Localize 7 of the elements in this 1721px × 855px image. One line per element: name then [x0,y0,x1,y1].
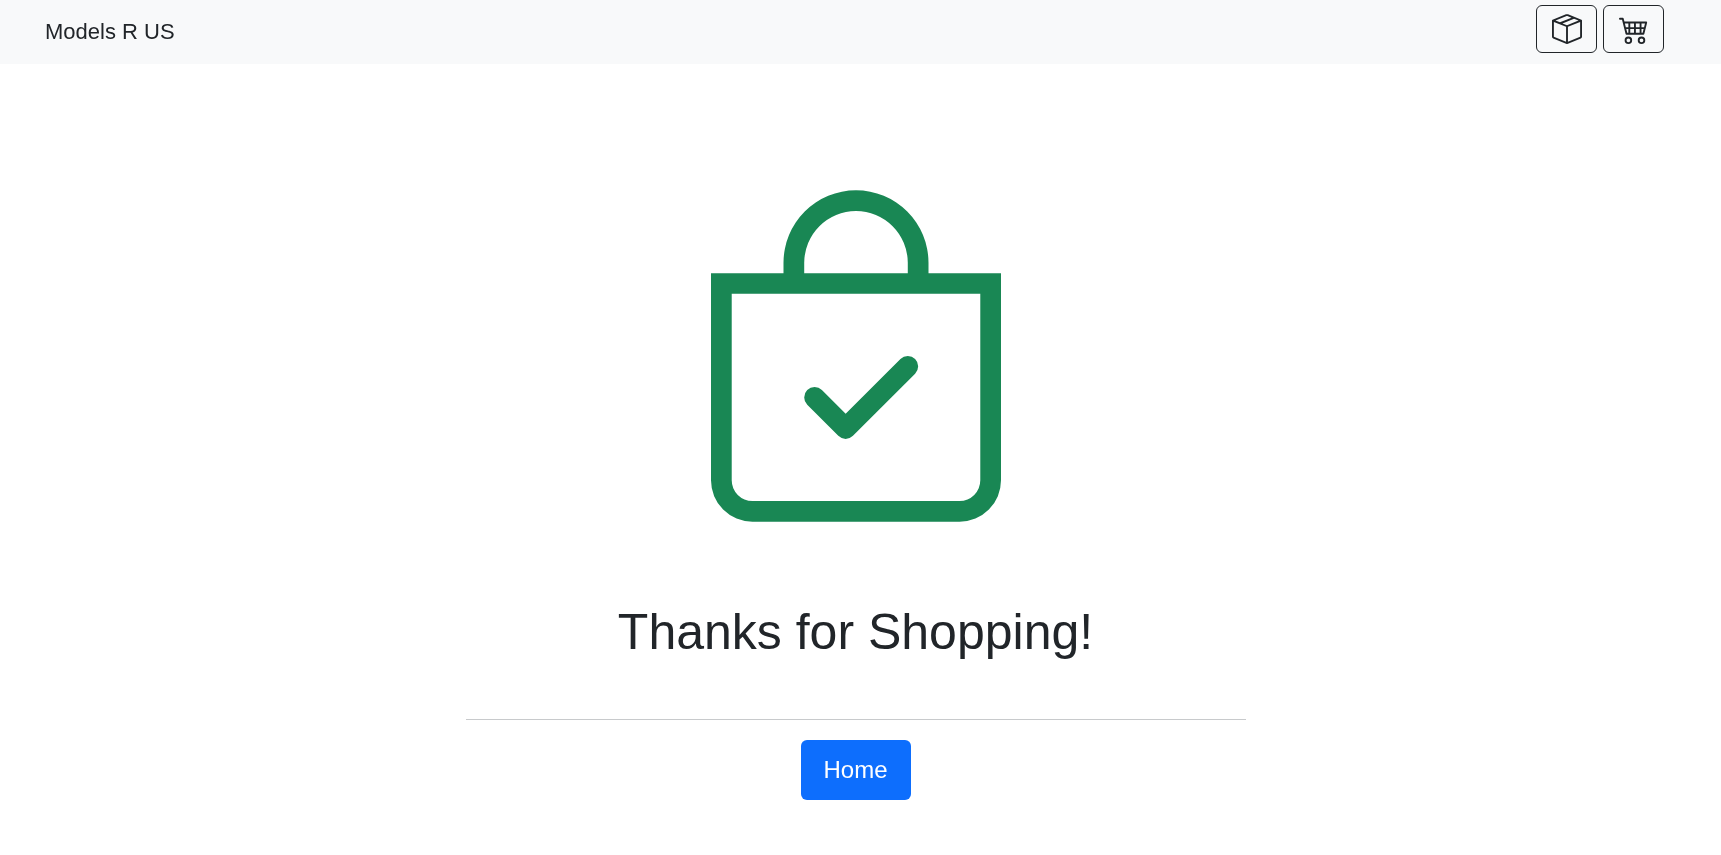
cart-button[interactable] [1603,5,1664,53]
thanks-heading: Thanks for Shopping! [617,603,1094,662]
brand-link[interactable]: Models R US [45,19,175,45]
home-button[interactable]: Home [800,740,911,800]
bag-check-icon [710,190,1001,522]
box-icon [1551,14,1582,44]
products-button[interactable] [1536,5,1597,53]
